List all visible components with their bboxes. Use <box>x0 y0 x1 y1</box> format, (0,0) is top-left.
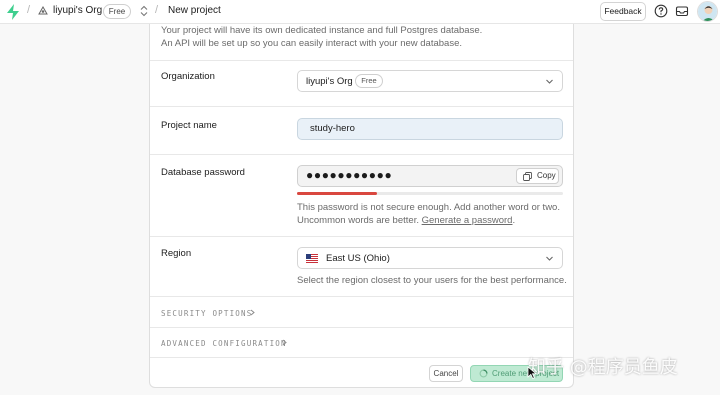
database-password-input[interactable]: ●●●●●●●●●●● Copy <box>297 165 563 187</box>
copy-password-button[interactable]: Copy <box>516 168 559 184</box>
advanced-configuration-title[interactable]: ADVANCED CONFIGURATION <box>161 339 287 348</box>
database-password-label: Database password <box>161 167 245 178</box>
intro-line-2: An API will be set up so you can easily … <box>161 38 462 49</box>
mouse-pointer-icon <box>527 366 538 379</box>
password-hint-text: Uncommon words are better. <box>297 215 419 226</box>
loading-spinner-icon <box>479 369 488 378</box>
password-strength-bar <box>297 192 563 195</box>
security-options-section[interactable]: SECURITY OPTIONS <box>150 296 573 327</box>
avatar-image <box>698 2 717 21</box>
organization-select-value: liyupi's Org <box>306 76 353 87</box>
intro-line-1: Your project will have its own dedicated… <box>161 25 483 36</box>
chevron-right-icon <box>250 309 255 316</box>
chevron-down-icon <box>546 256 553 261</box>
security-options-title[interactable]: SECURITY OPTIONS <box>161 309 252 318</box>
feedback-button[interactable]: Feedback <box>600 2 646 21</box>
organization-select[interactable]: liyupi's Org Free <box>297 70 563 92</box>
breadcrumb-separator: / <box>27 4 31 16</box>
breadcrumb-page-title: New project <box>168 5 221 16</box>
organization-icon <box>38 6 48 15</box>
region-section: Region East US (Ohio) Select the region … <box>150 236 573 296</box>
chevrons-up-down-icon[interactable] <box>139 5 149 17</box>
region-select[interactable]: East US (Ohio) <box>297 247 563 269</box>
advanced-configuration-section[interactable]: ADVANCED CONFIGURATION <box>150 327 573 357</box>
project-name-section: Project name study-hero <box>150 106 573 154</box>
region-label: Region <box>161 248 192 259</box>
copy-button-label: Copy <box>537 171 556 180</box>
copy-icon <box>523 172 532 181</box>
password-strength-hint: This password is not secure enough. Add … <box>297 201 567 227</box>
organization-plan-badge: Free <box>355 74 383 88</box>
region-select-value: East US (Ohio) <box>326 253 390 264</box>
password-hint-period: . <box>512 215 516 226</box>
top-navigation-bar: / liyupi's Org Free / New project Feedba… <box>0 0 720 24</box>
organization-section: Organization liyupi's Org Free <box>150 60 573 106</box>
password-strength-fill <box>297 192 377 195</box>
new-project-form-panel: Your project will have its own dedicated… <box>149 24 574 388</box>
organization-label: Organization <box>161 71 215 82</box>
password-masked-value: ●●●●●●●●●●● <box>306 168 393 182</box>
plan-badge: Free <box>103 4 131 19</box>
inbox-icon[interactable] <box>675 4 689 18</box>
watermark-text: 知乎 @程序员鱼皮 <box>528 357 678 378</box>
chevron-down-icon <box>546 79 553 84</box>
chevron-right-icon <box>282 339 287 346</box>
project-name-label: Project name <box>161 120 217 131</box>
generate-password-link[interactable]: Generate a password <box>422 215 513 226</box>
form-footer: Cancel Create new project <box>150 357 573 388</box>
supabase-logo-icon[interactable] <box>6 4 20 20</box>
region-hint: Select the region closest to your users … <box>297 275 567 286</box>
help-icon[interactable] <box>654 4 668 18</box>
password-hint-line-1: This password is not secure enough. Add … <box>297 202 560 213</box>
cancel-button[interactable]: Cancel <box>429 365 463 382</box>
intro-description: Your project will have its own dedicated… <box>161 24 561 50</box>
breadcrumb-org-name[interactable]: liyupi's Org <box>53 5 102 16</box>
password-hint-line-2: Uncommon words are better. Generate a pa… <box>297 214 567 227</box>
us-flag-icon <box>306 254 318 263</box>
project-name-input[interactable]: study-hero <box>297 118 563 140</box>
breadcrumb-separator: / <box>155 4 159 16</box>
user-avatar[interactable] <box>697 1 718 22</box>
database-password-section: Database password ●●●●●●●●●●● Copy This … <box>150 154 573 236</box>
